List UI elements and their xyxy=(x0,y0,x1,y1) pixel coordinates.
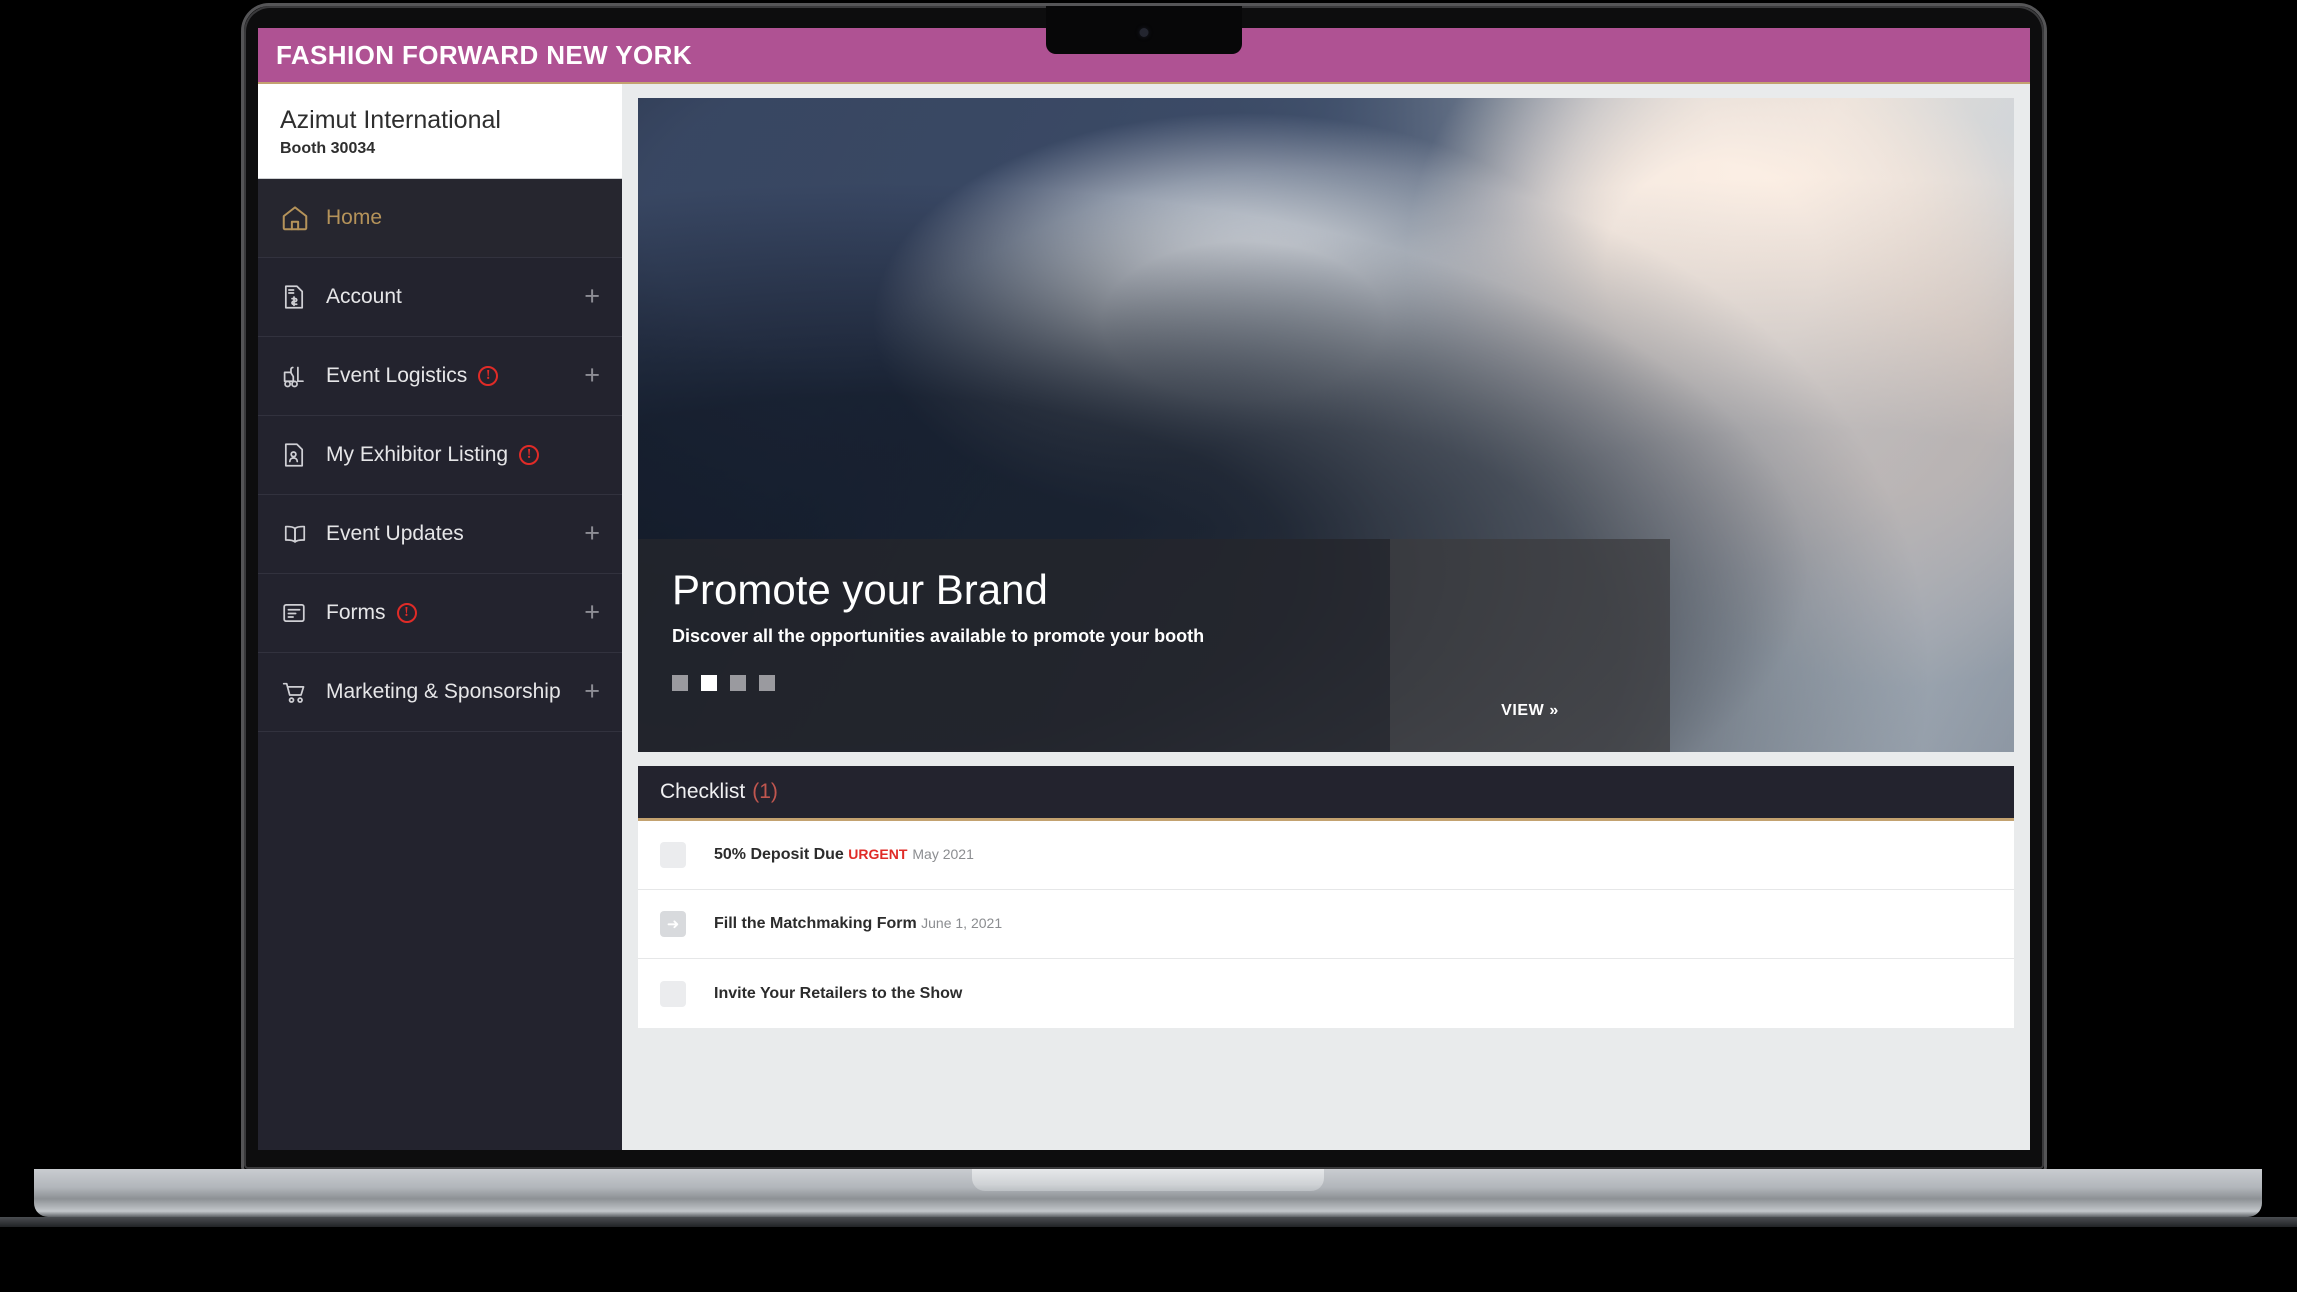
alert-badge-icon: ! xyxy=(478,365,499,386)
expand-icon[interactable]: + xyxy=(584,678,600,705)
checklist-item-label: 50% Deposit Due xyxy=(714,846,844,863)
laptop-base-notch xyxy=(972,1169,1324,1191)
checklist-item[interactable]: ➜ Fill the Matchmaking Form June 1, 2021 xyxy=(638,890,2014,959)
checklist-item-text: Fill the Matchmaking Form June 1, 2021 xyxy=(714,915,1002,933)
checklist-header: Checklist (1) xyxy=(638,766,2014,821)
forklift-icon xyxy=(280,361,314,391)
sidebar-item-label: My Exhibitor Listing xyxy=(326,442,509,466)
carousel-dot[interactable] xyxy=(730,675,746,692)
sidebar-item-label: Home xyxy=(326,205,383,229)
exhibitor-booth: Booth 30034 xyxy=(280,139,376,157)
open-book-icon xyxy=(280,519,314,549)
invoice-icon xyxy=(280,283,314,311)
listing-card-icon xyxy=(280,441,314,469)
checklist-item-meta: URGENT May 2021 xyxy=(848,846,974,862)
sidebar-item-marketing-sponsorship[interactable]: Marketing & Sponsorship + xyxy=(258,653,622,732)
laptop-base xyxy=(34,1169,2262,1217)
hero-view-link[interactable]: VIEW » xyxy=(1501,702,1559,720)
exhibitor-card: Azimut International Booth 30034 xyxy=(258,84,622,179)
laptop-foot xyxy=(0,1217,2297,1227)
checklist-item[interactable]: Invite Your Retailers to the Show xyxy=(638,959,2014,1028)
carousel-dot-active[interactable] xyxy=(701,675,717,692)
checklist-item[interactable]: 50% Deposit Due URGENT May 2021 xyxy=(638,821,2014,890)
checklist-item-date: May 2021 xyxy=(912,846,974,862)
expand-icon[interactable]: + xyxy=(584,283,600,310)
checklist-item-meta: June 1, 2021 xyxy=(921,915,1002,931)
checklist-item-label: Invite Your Retailers to the Show xyxy=(714,984,963,1002)
hero-overlay: Promote your Brand Discover all the oppo… xyxy=(638,539,1390,752)
checklist-item-date: June 1, 2021 xyxy=(921,915,1003,931)
urgent-badge: URGENT xyxy=(848,846,908,862)
form-document-icon xyxy=(280,599,314,627)
screen: FASHION FORWARD NEW YORK Azimut Internat… xyxy=(258,28,2030,1150)
sidebar-item-account[interactable]: Account + xyxy=(258,258,622,337)
checkbox[interactable] xyxy=(660,980,686,1007)
exhibitor-name: Azimut International xyxy=(280,106,501,134)
sidebar-item-label: Forms xyxy=(326,600,386,624)
alert-badge-icon: ! xyxy=(519,444,540,465)
expand-icon[interactable]: + xyxy=(584,362,600,389)
carousel-dot[interactable] xyxy=(672,675,688,692)
checklist-count: (1) xyxy=(752,780,778,803)
checklist-panel: Checklist (1) 50% Deposit Due URGENT May … xyxy=(638,766,2014,1028)
sidebar-item-event-logistics[interactable]: Event Logistics ! + xyxy=(258,337,622,416)
checklist-title: Checklist xyxy=(660,780,746,803)
camera-notch xyxy=(1046,6,1242,54)
sidebar-item-forms[interactable]: Forms ! + xyxy=(258,574,622,653)
sidebar-item-label: Event Logistics xyxy=(326,363,468,387)
app-body: Azimut International Booth 30034 Home Ac… xyxy=(258,84,2030,1150)
expand-icon[interactable]: + xyxy=(584,599,600,626)
sidebar-item-event-updates[interactable]: Event Updates + xyxy=(258,495,622,574)
laptop-frame: FASHION FORWARD NEW YORK Azimut Internat… xyxy=(241,3,2047,1172)
checkbox[interactable] xyxy=(660,842,686,868)
sidebar-item-label: Account xyxy=(326,284,402,308)
checklist-item-text: Invite Your Retailers to the Show xyxy=(714,985,962,1003)
hero-subtitle: Discover all the opportunities available… xyxy=(672,626,1205,647)
sidebar-item-label: Event Updates xyxy=(326,521,464,545)
alert-badge-icon: ! xyxy=(396,602,417,623)
hero-view-panel[interactable]: VIEW » xyxy=(1390,539,1670,752)
carousel-dots xyxy=(672,675,1360,692)
shopping-cart-icon xyxy=(280,677,314,707)
expand-icon[interactable]: + xyxy=(584,520,600,547)
checklist-item-label: Fill the Matchmaking Form xyxy=(714,915,917,932)
home-icon xyxy=(280,203,314,233)
arrow-right-icon: ➜ xyxy=(666,915,680,933)
checklist-rows: 50% Deposit Due URGENT May 2021 ➜ Fill t… xyxy=(638,821,2014,1028)
checkbox-with-arrow[interactable]: ➜ xyxy=(660,911,686,937)
page-title: FASHION FORWARD NEW YORK xyxy=(276,39,692,70)
sidebar-item-my-exhibitor-listing[interactable]: My Exhibitor Listing ! xyxy=(258,416,622,495)
sidebar-item-home[interactable]: Home xyxy=(258,178,622,258)
main-content: VIEW » Promote your Brand Discover all t… xyxy=(622,84,2030,1150)
checklist-item-text: 50% Deposit Due URGENT May 2021 xyxy=(714,846,974,864)
sidebar-item-label: Marketing & Sponsorship xyxy=(326,679,561,703)
sidebar-filler xyxy=(258,731,622,1150)
hero-title: Promote your Brand xyxy=(672,566,1048,613)
hero-carousel: VIEW » Promote your Brand Discover all t… xyxy=(638,98,2014,752)
webcam-icon xyxy=(1139,28,1149,37)
carousel-dot[interactable] xyxy=(759,675,775,692)
sidebar: Azimut International Booth 30034 Home Ac… xyxy=(258,84,622,1150)
